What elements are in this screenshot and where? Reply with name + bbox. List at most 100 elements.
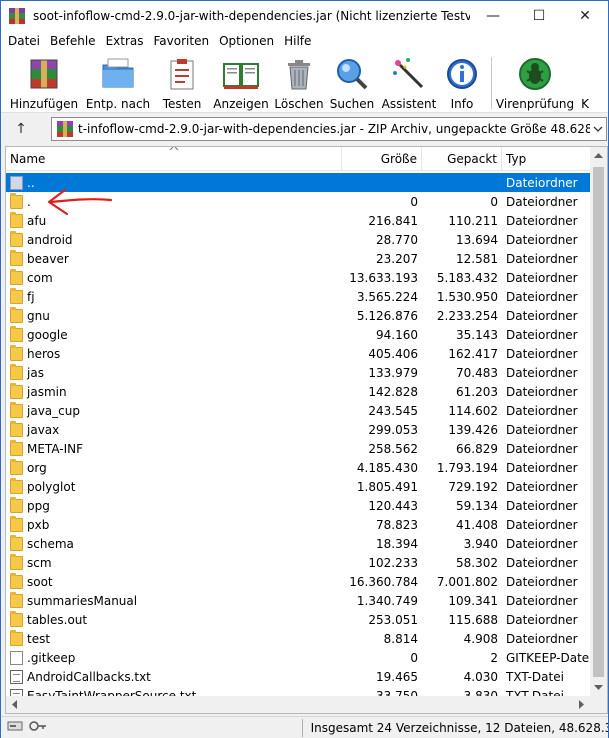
up-one-level-button[interactable]: ↑ xyxy=(1,114,41,144)
table-row[interactable]: java_cup 243.545 114.602 Dateiordner xyxy=(6,401,590,420)
cell-name: .gitkeep xyxy=(6,648,342,667)
table-row[interactable]: heros 405.406 162.417 Dateiordner xyxy=(6,344,590,363)
table-row[interactable]: soot 16.360.784 7.001.802 Dateiordner xyxy=(6,572,590,591)
cell-size: 18.394 xyxy=(376,536,418,551)
file-name: com xyxy=(27,270,53,285)
cell-size: 1.340.749 xyxy=(356,593,418,608)
table-row[interactable]: . 0 0 Dateiordner xyxy=(6,192,590,211)
virus-scan-button[interactable]: Virenprüfung xyxy=(496,55,574,113)
cell-size: 120.443 xyxy=(368,498,418,513)
file-name: .gitkeep xyxy=(27,650,76,665)
scroll-left-arrow-icon[interactable] xyxy=(6,696,23,713)
table-row[interactable]: android 28.770 13.694 Dateiordner xyxy=(6,230,590,249)
text-file-icon xyxy=(10,669,23,684)
menu-optionen[interactable]: Optionen xyxy=(214,34,279,48)
delete-button[interactable]: Löschen xyxy=(274,55,324,113)
cell-packed: 4.908 xyxy=(463,631,498,646)
cell-size: 19.465 xyxy=(376,669,418,684)
view-button[interactable]: Anzeigen xyxy=(213,55,269,113)
find-button[interactable]: Suchen xyxy=(329,55,375,113)
folder-icon xyxy=(10,629,23,646)
chevron-down-icon[interactable] xyxy=(590,124,606,135)
table-row[interactable]: .gitkeep 0 2 GITKEEP-Datei xyxy=(6,648,590,667)
cell-type: Dateiordner xyxy=(506,175,578,190)
file-list-header: Name Größe Gepackt Typ xyxy=(6,147,590,171)
vertical-scrollbar[interactable] xyxy=(590,147,607,696)
file-name: META-INF xyxy=(27,441,84,456)
table-row[interactable]: AndroidCallbacks.txt 19.465 4.030 TXT-Datei xyxy=(6,667,590,686)
cell-type: Dateiordner xyxy=(506,479,578,494)
horizontal-scrollbar[interactable] xyxy=(6,696,590,713)
key-icon[interactable] xyxy=(29,720,47,735)
window-title: soot-infoflow-cmd-2.9.0-jar-with-depende… xyxy=(33,9,470,23)
delete-button-label: Löschen xyxy=(274,97,324,111)
column-header-size[interactable]: Größe xyxy=(342,147,422,171)
table-row[interactable]: jasmin 142.828 61.203 Dateiordner xyxy=(6,382,590,401)
cell-packed: 7.001.802 xyxy=(436,574,498,589)
minimize-button[interactable]: — xyxy=(470,1,516,31)
close-button[interactable]: ✕ xyxy=(562,1,608,31)
column-header-packed[interactable]: Gepackt xyxy=(422,147,502,171)
table-row[interactable]: beaver 23.207 12.581 Dateiordner xyxy=(6,249,590,268)
winrar-app-icon[interactable] xyxy=(9,8,25,24)
scroll-right-arrow-icon[interactable] xyxy=(573,696,590,713)
cell-packed: 110.211 xyxy=(448,213,498,228)
scroll-up-arrow-icon[interactable] xyxy=(590,147,607,164)
address-path-combobox[interactable]: t-infoflow-cmd-2.9.0-jar-with-dependenci… xyxy=(51,117,607,141)
cell-name: schema xyxy=(6,534,342,553)
file-icon xyxy=(10,650,23,665)
cell-packed: 3.940 xyxy=(463,536,498,551)
table-row[interactable]: google 94.160 35.143 Dateiordner xyxy=(6,325,590,344)
cell-type: Dateiordner xyxy=(506,517,578,532)
table-row[interactable]: polyglot 1.805.491 729.192 Dateiordner xyxy=(6,477,590,496)
column-header-type[interactable]: Typ xyxy=(502,147,590,171)
cell-name: AndroidCallbacks.txt xyxy=(6,667,342,686)
add-button[interactable]: Hinzufügen xyxy=(10,55,78,113)
cell-packed xyxy=(422,173,502,192)
wizard-wand-icon xyxy=(390,55,428,93)
folder-icon xyxy=(10,192,23,209)
menu-hilfe[interactable]: Hilfe xyxy=(279,34,316,48)
more-toolbar-button[interactable]: K xyxy=(578,55,592,113)
menu-favoriten[interactable]: Favoriten xyxy=(149,34,215,48)
file-rows: .. Dateiordner. 0 0 Dateiordner afu 216.841 110… xyxy=(6,173,590,705)
file-name: soot xyxy=(27,574,53,589)
table-row[interactable]: ppg 120.443 59.134 Dateiordner xyxy=(6,496,590,515)
extract-to-button[interactable]: Entp. nach xyxy=(86,55,150,113)
cell-type: Dateiordner xyxy=(506,403,578,418)
info-button[interactable]: Info xyxy=(445,55,479,113)
cell-name: com xyxy=(6,268,342,287)
test-button[interactable]: Testen xyxy=(159,55,205,113)
vertical-scroll-thumb[interactable] xyxy=(593,167,604,677)
table-row[interactable]: com 13.633.193 5.183.432 Dateiordner xyxy=(6,268,590,287)
cell-size: 258.562 xyxy=(368,441,418,456)
scroll-down-arrow-icon[interactable] xyxy=(590,679,607,696)
menu-extras[interactable]: Extras xyxy=(101,34,149,48)
menu-befehle[interactable]: Befehle xyxy=(45,34,101,48)
maximize-button[interactable]: ☐ xyxy=(516,1,562,31)
file-list[interactable]: Name Größe Gepackt Typ .. Dateiordner. 0 0 D… xyxy=(5,146,608,714)
table-row[interactable]: scm 102.233 58.302 Dateiordner xyxy=(6,553,590,572)
table-row[interactable]: test 8.814 4.908 Dateiordner xyxy=(6,629,590,648)
table-row[interactable]: tables.out 253.051 115.688 Dateiordner xyxy=(6,610,590,629)
table-row[interactable]: jas 133.979 70.483 Dateiordner xyxy=(6,363,590,382)
menu-datei[interactable]: Datei xyxy=(3,34,45,48)
table-row[interactable]: javax 299.053 139.426 Dateiordner xyxy=(6,420,590,439)
table-row[interactable]: afu 216.841 110.211 Dateiordner xyxy=(6,211,590,230)
table-row[interactable]: fj 3.565.224 1.530.950 Dateiordner xyxy=(6,287,590,306)
disk-icon[interactable] xyxy=(7,720,23,735)
wizard-button[interactable]: Assistent xyxy=(382,55,436,113)
table-row[interactable]: pxb 78.823 41.408 Dateiordner xyxy=(6,515,590,534)
cell-name: scm xyxy=(6,553,342,572)
table-row[interactable]: org 4.185.430 1.793.194 Dateiordner xyxy=(6,458,590,477)
file-name: pxb xyxy=(27,517,50,532)
table-row[interactable]: schema 18.394 3.940 Dateiordner xyxy=(6,534,590,553)
cell-type: Dateiordner xyxy=(506,422,578,437)
cell-packed: 59.134 xyxy=(456,498,498,513)
table-row[interactable]: META-INF 258.562 66.829 Dateiordner xyxy=(6,439,590,458)
table-row[interactable]: .. Dateiordner xyxy=(6,173,590,192)
cell-packed: 0 xyxy=(490,194,498,209)
column-header-name[interactable]: Name xyxy=(6,147,342,171)
table-row[interactable]: summariesManual 1.340.749 109.341 Dateiordn… xyxy=(6,591,590,610)
table-row[interactable]: gnu 5.126.876 2.233.254 Dateiordner xyxy=(6,306,590,325)
